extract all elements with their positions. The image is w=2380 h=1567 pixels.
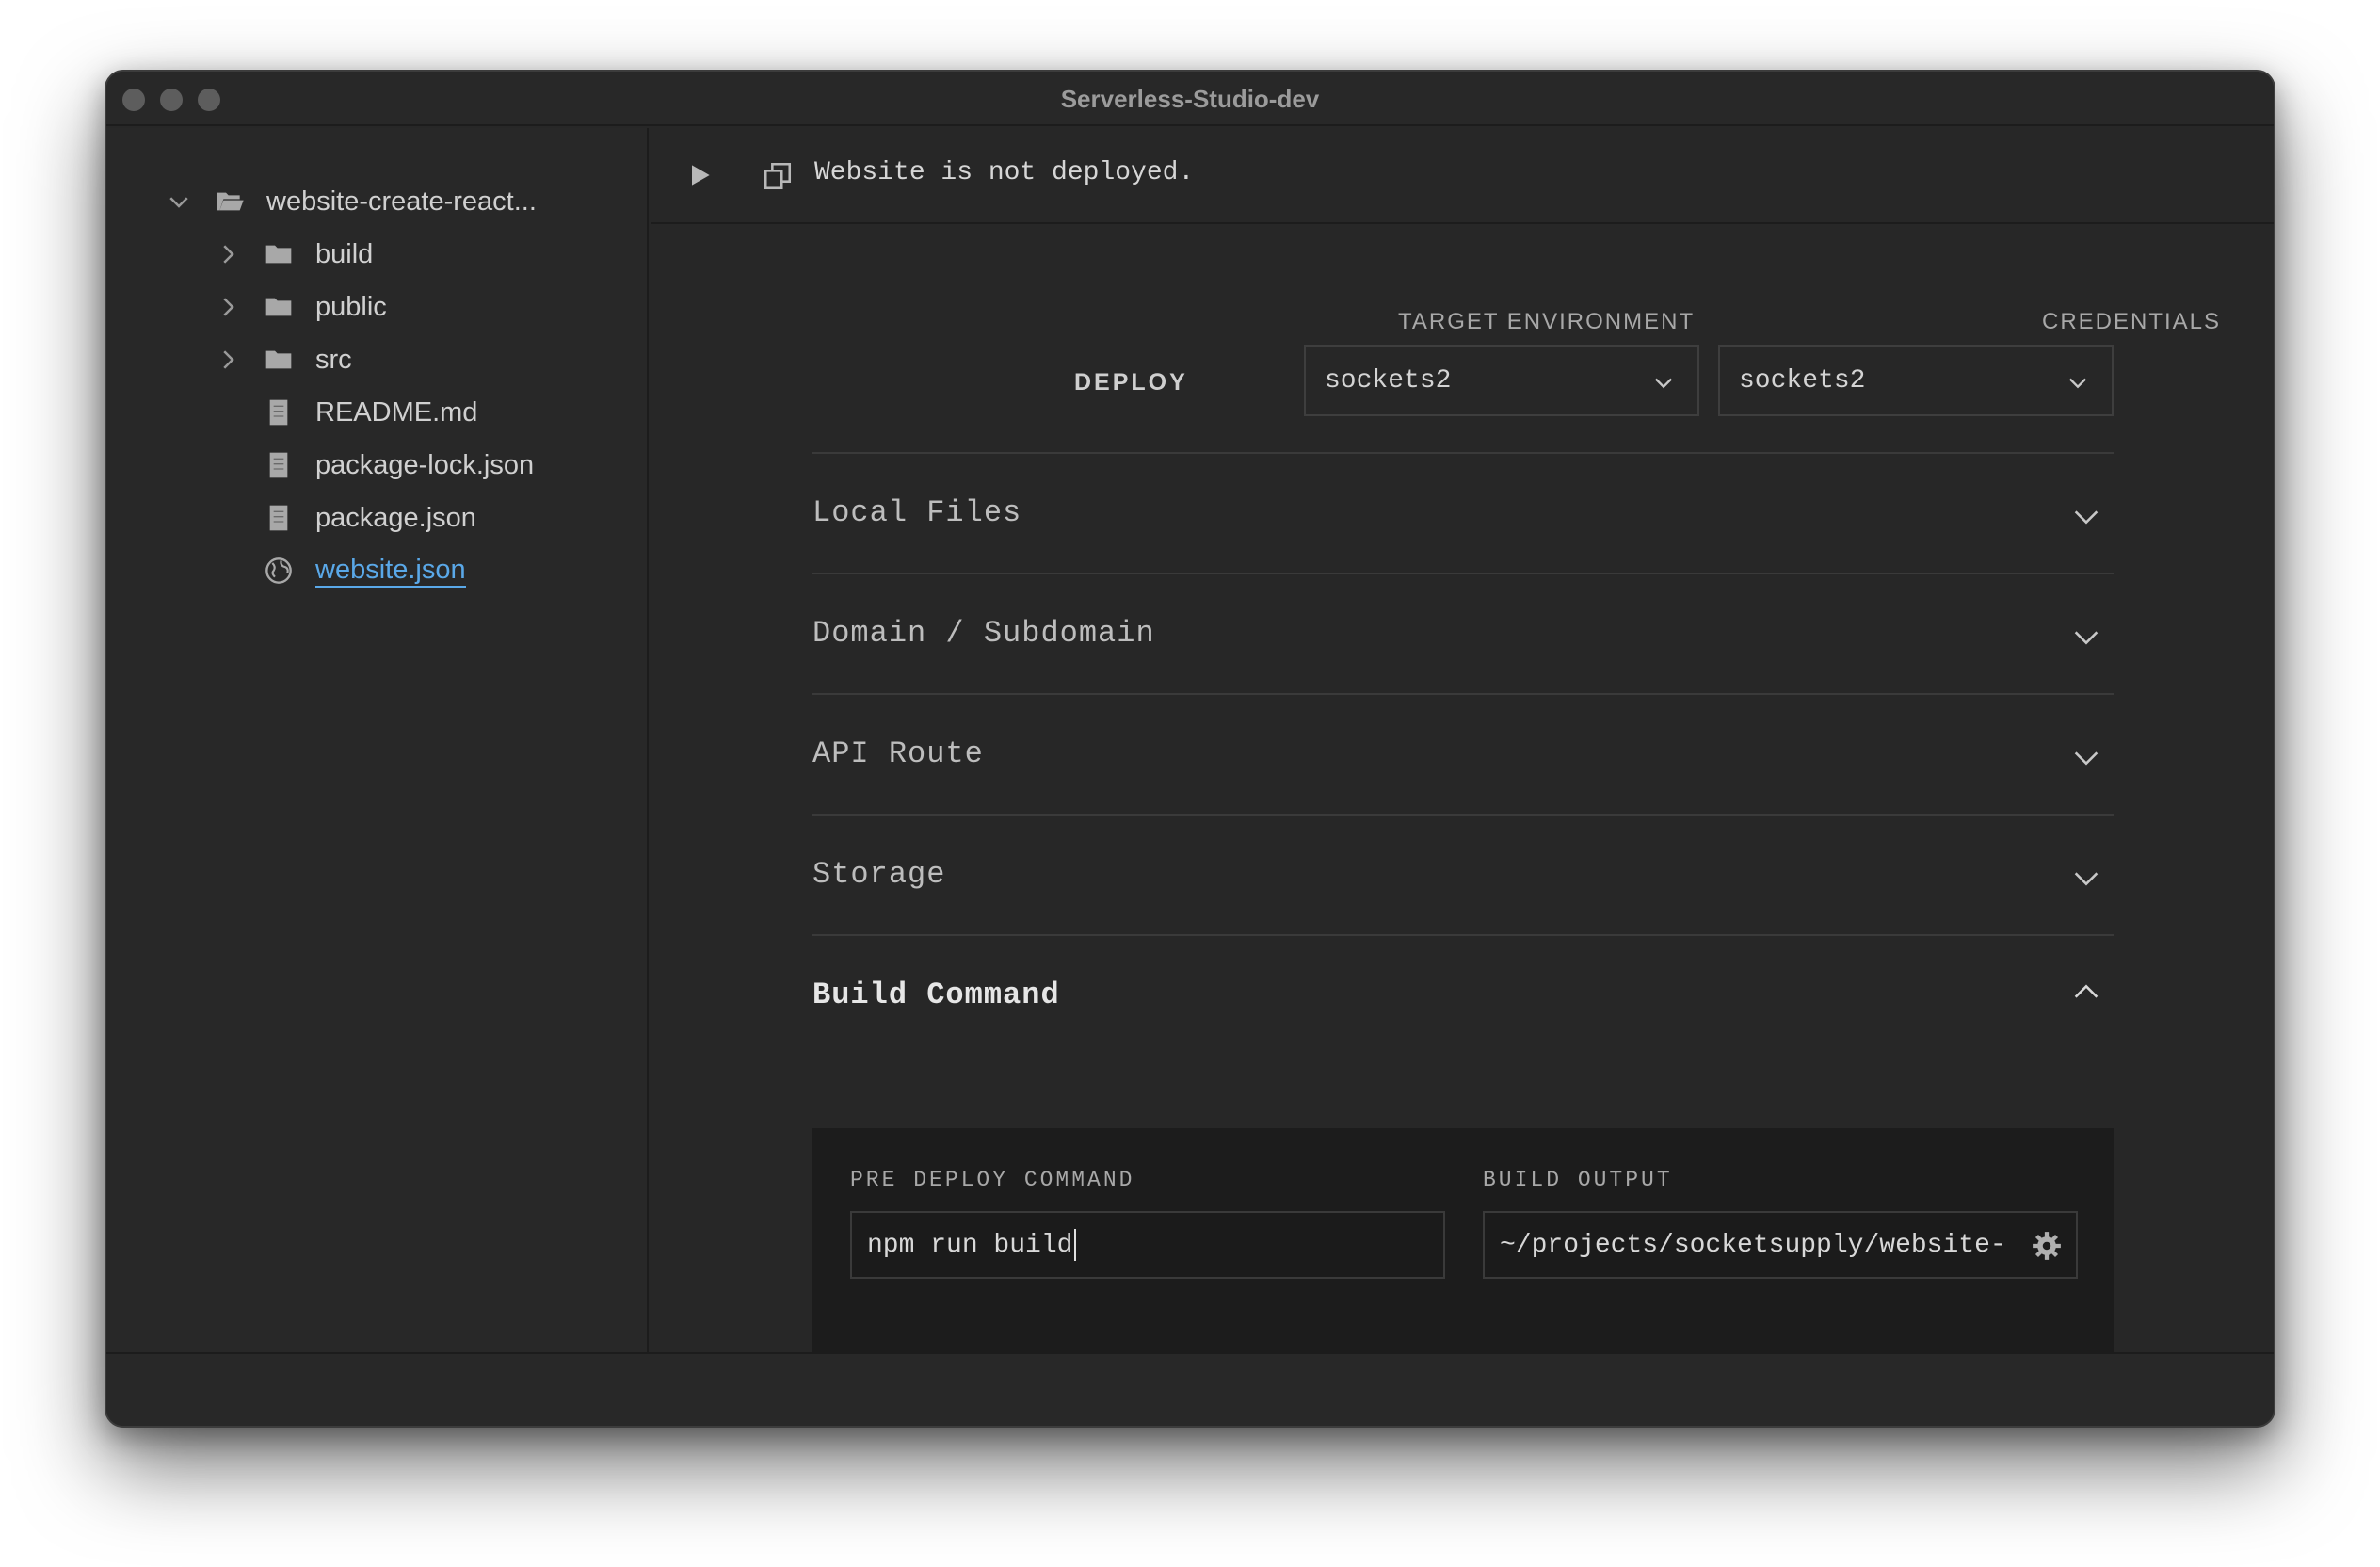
- tree-root-folder[interactable]: website-create-react...: [165, 179, 537, 224]
- section-title: Storage: [812, 857, 946, 892]
- section-domain-subdomain[interactable]: Domain / Subdomain: [812, 573, 2114, 693]
- chevron-down-icon[interactable]: [2070, 622, 2102, 654]
- chevron-down-icon: [2069, 378, 2086, 389]
- credentials-value: sockets2: [1739, 365, 1866, 396]
- gear-icon[interactable]: [2031, 1230, 2063, 1262]
- tree-item-public[interactable]: public: [214, 284, 387, 330]
- tree-item-label: public: [315, 291, 387, 322]
- chevron-down-icon[interactable]: [2070, 742, 2102, 774]
- chevron-down-icon[interactable]: [2070, 863, 2102, 895]
- build-output-value: ~/projects/socketsupply/website-: [1500, 1230, 2006, 1260]
- folder-icon: [263, 344, 295, 376]
- section-build-command[interactable]: Build Command: [812, 934, 2114, 1055]
- tree-item-label: README.md: [315, 396, 478, 428]
- text-cursor: [1074, 1229, 1077, 1261]
- tree-item-label: package.json: [315, 502, 476, 533]
- target-environment-label: TARGET ENVIRONMENT: [1398, 309, 1696, 334]
- copy-icon[interactable]: [762, 160, 794, 192]
- tree-item-label: src: [315, 344, 352, 375]
- section-title: Local Files: [812, 495, 1022, 530]
- chevron-down-icon[interactable]: [165, 187, 193, 216]
- tree-item-readme[interactable]: README.md: [263, 390, 477, 435]
- toolbar: Website is not deployed.: [651, 128, 2274, 224]
- section-api-route[interactable]: API Route: [812, 693, 2114, 814]
- chevron-right-icon[interactable]: [214, 240, 242, 268]
- section-title: API Route: [812, 736, 984, 771]
- chevron-right-icon[interactable]: [214, 346, 242, 374]
- folder-icon: [263, 291, 295, 323]
- tree-item-package-json[interactable]: package.json: [263, 495, 476, 541]
- tree-item-src[interactable]: src: [214, 337, 352, 382]
- folder-icon: [263, 238, 295, 270]
- tree-item-label-active[interactable]: website.json: [315, 554, 466, 588]
- open-folder-icon: [214, 186, 246, 218]
- window-title: Serverless-Studio-dev: [1060, 85, 1320, 113]
- chevron-right-icon[interactable]: [214, 293, 242, 321]
- section-title: Build Command: [812, 977, 1060, 1012]
- file-tree-sidebar: website-create-react... build public src…: [106, 128, 649, 1354]
- chevron-up-icon[interactable]: [2070, 976, 2102, 1008]
- pre-deploy-command-label: PRE DEPLOY COMMAND: [850, 1168, 1135, 1192]
- build-command-panel: PRE DEPLOY COMMAND BUILD OUTPUT npm run …: [812, 1128, 2114, 1352]
- file-icon: [263, 396, 295, 428]
- tree-item-build[interactable]: build: [214, 232, 373, 277]
- app-window: Serverless-Studio-dev website-create-rea…: [105, 70, 2275, 1428]
- tree-root-label: website-create-react...: [266, 186, 537, 217]
- status-bar: [106, 1352, 2274, 1426]
- build-output-input[interactable]: ~/projects/socketsupply/website-: [1483, 1211, 2078, 1279]
- deploy-status-text: Website is not deployed.: [814, 158, 1195, 187]
- chevron-down-icon[interactable]: [2070, 501, 2102, 533]
- play-icon[interactable]: [684, 160, 715, 190]
- section-title: Domain / Subdomain: [812, 616, 1155, 651]
- deploy-label: DEPLOY: [1074, 369, 1188, 396]
- file-icon: [263, 502, 295, 534]
- tree-item-label: build: [315, 238, 374, 269]
- pre-deploy-command-input[interactable]: npm run build: [850, 1211, 1445, 1279]
- tree-item-package-lock[interactable]: package-lock.json: [263, 443, 534, 488]
- target-environment-value: sockets2: [1325, 365, 1452, 396]
- credentials-label: CREDENTIALS: [2042, 309, 2222, 334]
- file-icon: [263, 449, 295, 481]
- pre-deploy-command-value: npm run build: [867, 1230, 1073, 1260]
- section-local-files[interactable]: Local Files: [812, 452, 2114, 573]
- globe-icon: [263, 555, 295, 587]
- tree-item-website-json[interactable]: website.json: [263, 548, 466, 593]
- tree-item-label: package-lock.json: [315, 449, 535, 480]
- build-output-label: BUILD OUTPUT: [1483, 1168, 1673, 1192]
- main-panel: Website is not deployed. TARGET ENVIRONM…: [651, 128, 2274, 1354]
- credentials-select[interactable]: sockets2: [1718, 345, 2114, 416]
- title-bar[interactable]: Serverless-Studio-dev: [106, 72, 2274, 126]
- target-environment-select[interactable]: sockets2: [1304, 345, 1699, 416]
- section-storage[interactable]: Storage: [812, 814, 2114, 934]
- chevron-down-icon: [1655, 378, 1672, 389]
